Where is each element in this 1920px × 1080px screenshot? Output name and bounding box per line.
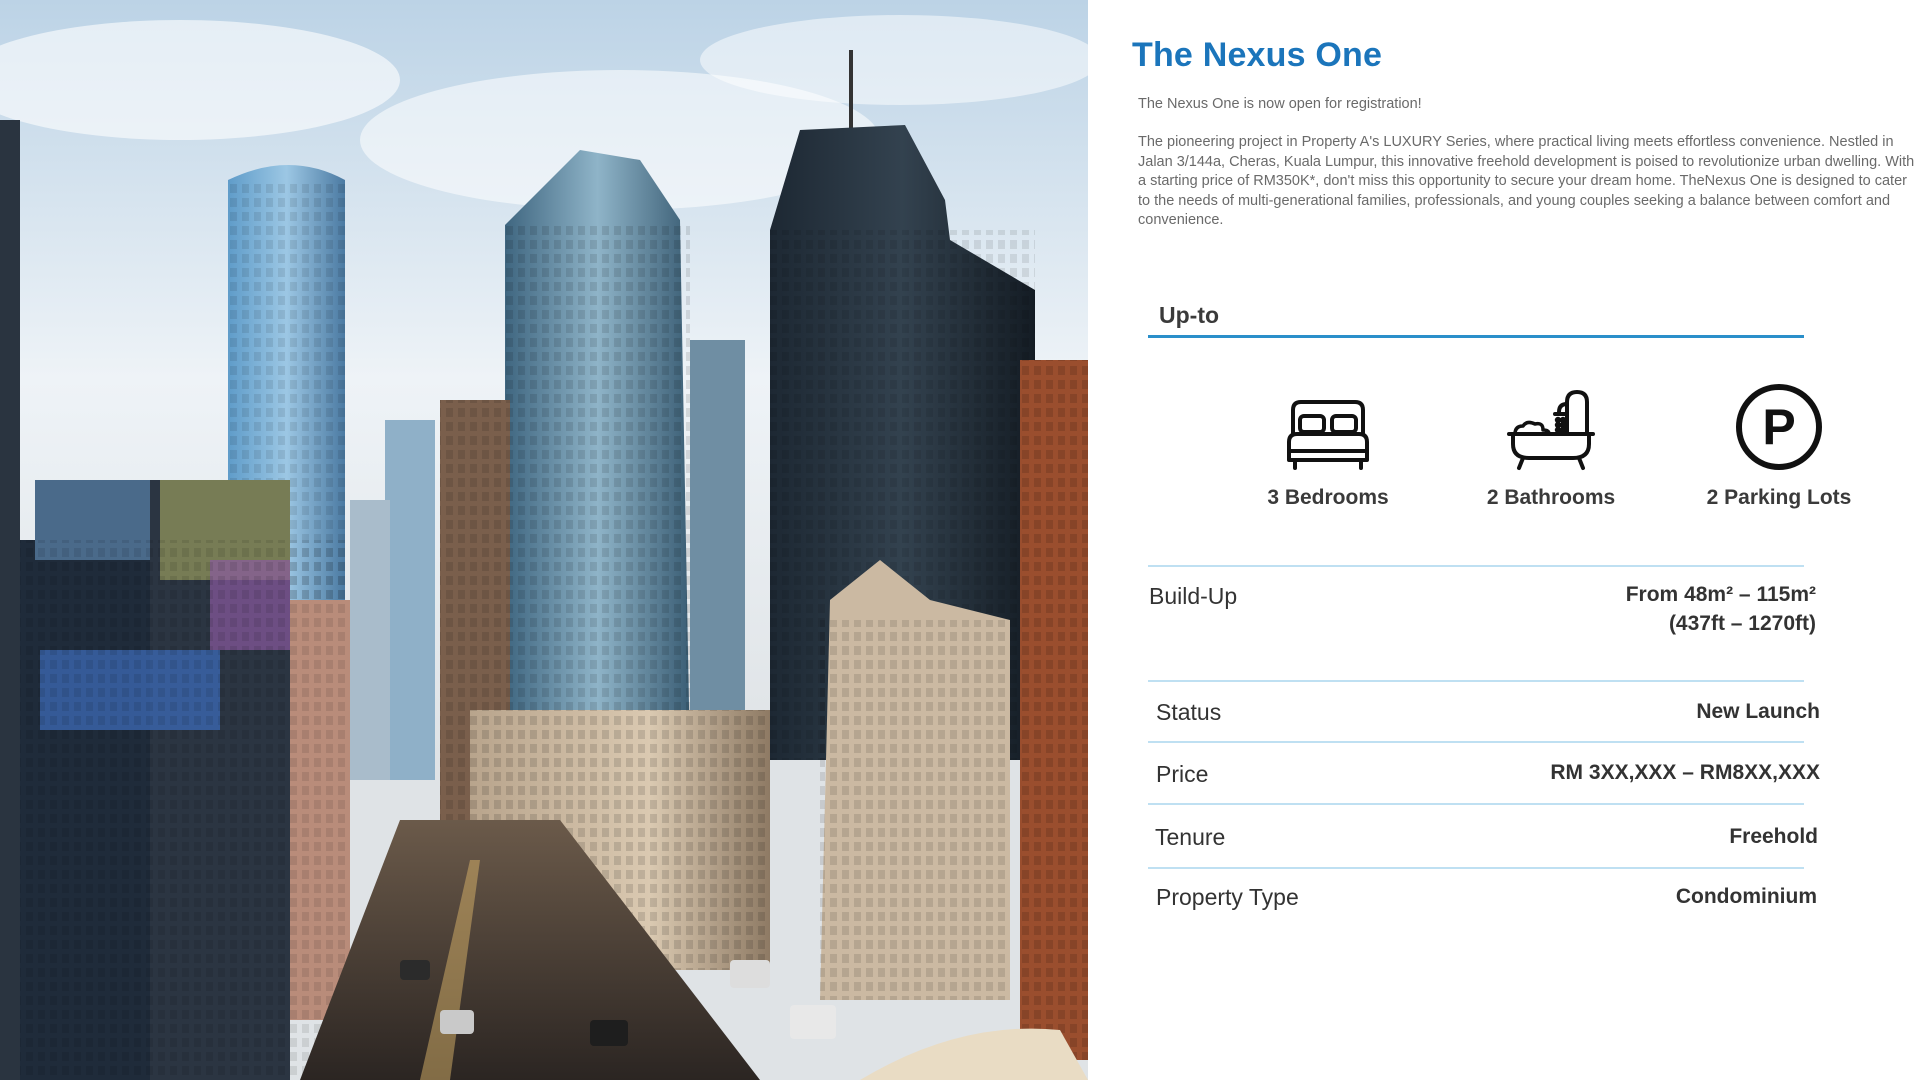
property-type-label: Property Type (1156, 884, 1299, 910)
buildup-value-line1: From 48m² – 115m² (1625, 583, 1816, 606)
upto-underline (1148, 335, 1804, 338)
bathtub-icon (1451, 378, 1651, 472)
status-value: New Launch (1696, 700, 1820, 723)
row-divider (1148, 867, 1804, 869)
description-text: The pioneering project in Property A's L… (1138, 134, 1915, 228)
property-type-value: Condominium (1675, 885, 1817, 908)
tenure-value: Freehold (1729, 825, 1818, 848)
tenure-label: Tenure (1155, 824, 1226, 850)
feature-parking: P 2 Parking Lots (1679, 378, 1879, 510)
city-skyline-photo (0, 0, 1088, 1080)
parking-icon: P (1679, 378, 1879, 472)
buildup-value: From 48m² – 115m² (437ft – 1270ft) (1626, 580, 1816, 638)
svg-text:P: P (1762, 399, 1795, 455)
feature-bedrooms-label: 3 Bedrooms (1267, 486, 1389, 509)
feature-bathrooms: 2 Bathrooms (1451, 378, 1651, 510)
row-divider (1148, 565, 1804, 567)
buildup-label: Build-Up (1149, 583, 1238, 609)
row-divider (1148, 680, 1804, 682)
row-divider (1148, 741, 1804, 743)
feature-bathrooms-label: 2 Bathrooms (1486, 486, 1616, 509)
buildup-value-line2: (437ft – 1270ft) (1668, 612, 1816, 635)
intro-text: The Nexus One is now open for registrati… (1138, 96, 1422, 112)
bed-icon (1228, 378, 1428, 472)
feature-bedrooms: 3 Bedrooms (1228, 378, 1428, 510)
price-value: RM 3XX,XXX – RM8XX,XXX (1550, 761, 1820, 784)
upto-heading: Up-to (1159, 302, 1220, 328)
price-label: Price (1156, 761, 1209, 787)
property-info-panel: The Nexus One The Nexus One is now open … (1088, 0, 1920, 1080)
row-divider (1148, 803, 1804, 805)
page-title: The Nexus One (1132, 36, 1383, 74)
feature-parking-label: 2 Parking Lots (1706, 486, 1852, 509)
status-label: Status (1156, 699, 1222, 725)
